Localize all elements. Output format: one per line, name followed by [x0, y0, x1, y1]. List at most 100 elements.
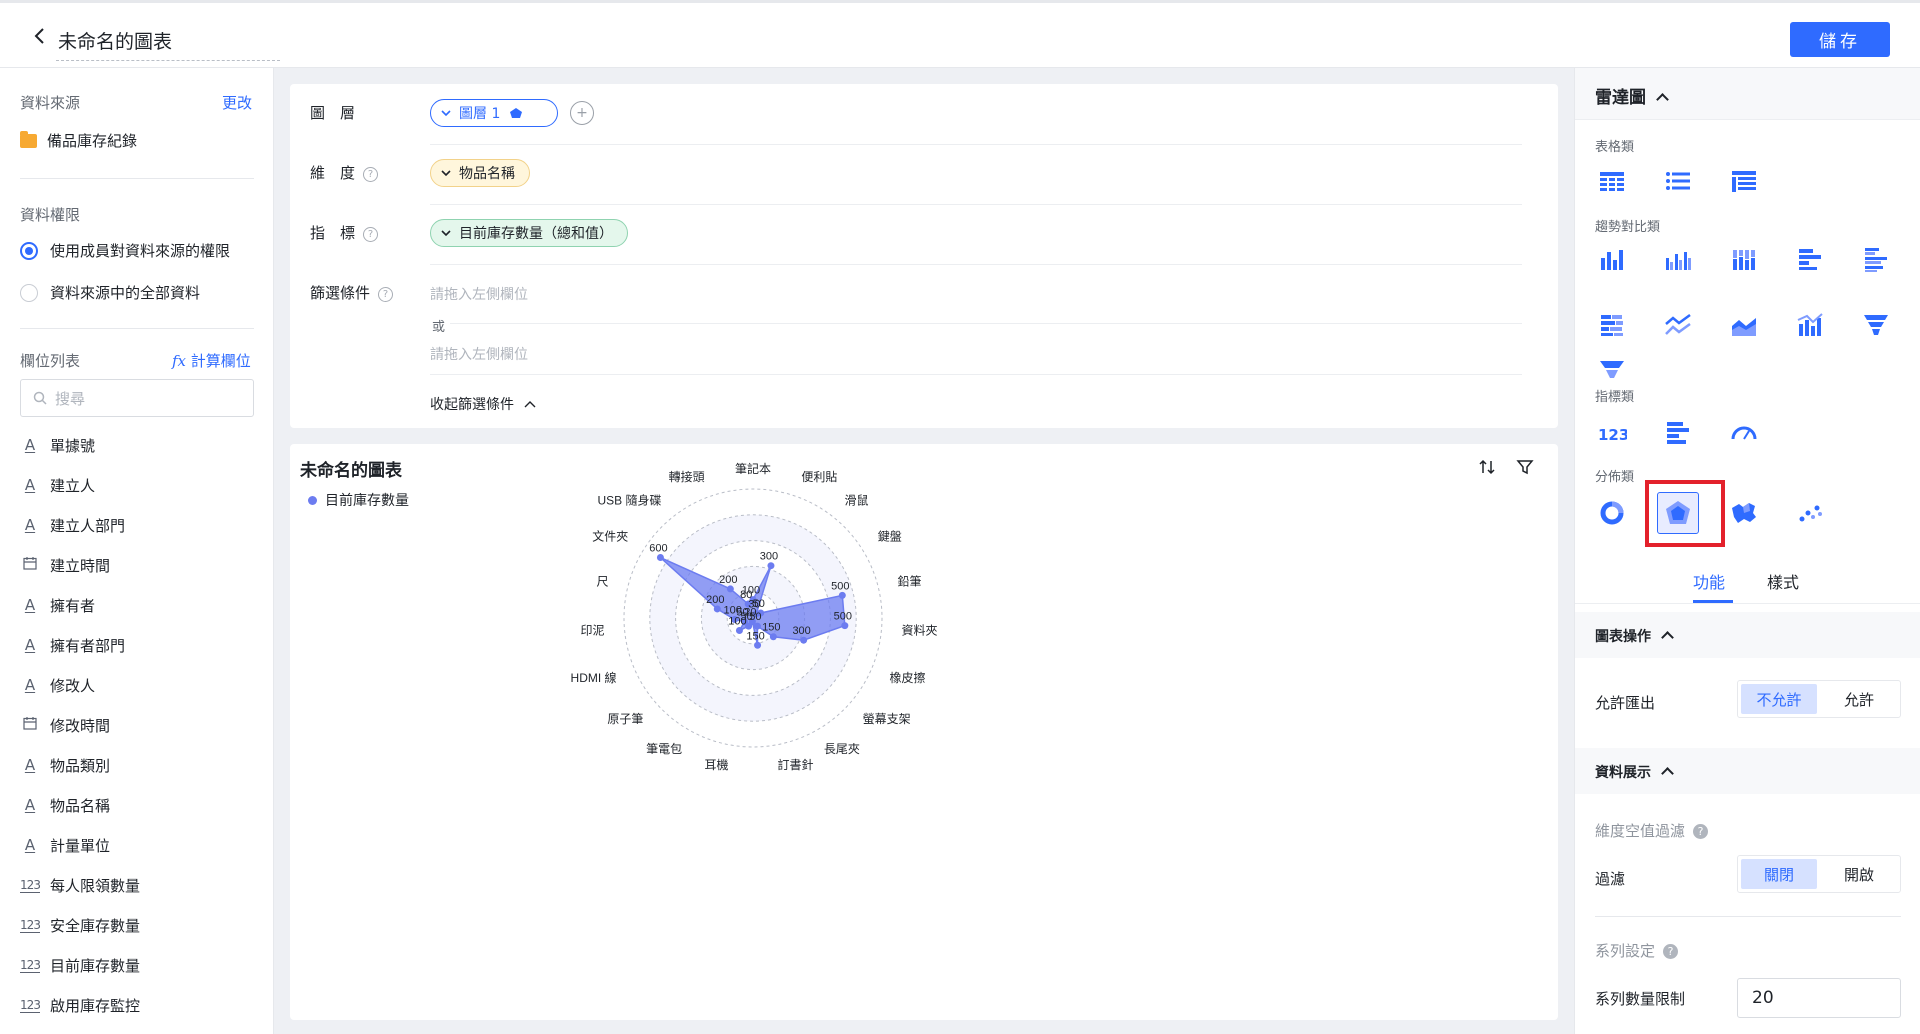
donut-chart-icon[interactable]	[1591, 492, 1633, 534]
field-item[interactable]: 123 啟用庫存監控	[20, 985, 254, 1025]
chevron-down-icon	[441, 230, 451, 237]
chart-type-header[interactable]: 雷達圖	[1575, 68, 1920, 120]
tab-function[interactable]: 功能	[1693, 569, 1725, 593]
help-icon[interactable]: ?	[363, 227, 379, 242]
field-item[interactable]: A 單據號	[20, 425, 254, 465]
area-chart-icon[interactable]	[1723, 304, 1765, 346]
radar-value-label: 500	[831, 580, 849, 592]
pivot-table-icon[interactable]	[1723, 160, 1765, 202]
horizontal-bar-chart-icon[interactable]	[1789, 238, 1831, 280]
field-item-label: 物品類別	[50, 756, 111, 775]
chart-preview-card: 未命名的圖表 目前庫存數量 100 300 30 50 500 500 300 150 50 15…	[290, 444, 1558, 1020]
tab-style[interactable]: 樣式	[1767, 569, 1799, 593]
field-item[interactable]: 123 安全庫存數量	[20, 905, 254, 945]
permission-option-all[interactable]: 資料來源中的全部資料	[20, 282, 200, 303]
line-chart-icon[interactable]	[1657, 304, 1699, 346]
change-datasource-link[interactable]: 更改	[222, 92, 252, 113]
chart-name-input[interactable]: 未命名的圖表	[56, 25, 280, 61]
field-item[interactable]: A 物品名稱	[20, 785, 254, 825]
radar-value-label: 600	[649, 543, 667, 555]
scatter-chart-icon[interactable]	[1789, 492, 1831, 534]
field-item[interactable]: A 計量單位	[20, 825, 254, 865]
help-icon[interactable]: ?	[1663, 944, 1679, 959]
group-data-display-title: 資料展示	[1595, 762, 1674, 782]
gauge-chart-icon[interactable]	[1723, 412, 1765, 454]
help-icon[interactable]: ?	[378, 287, 394, 302]
metric-pill-label: 目前庫存數量（總和值）	[459, 226, 613, 242]
calendar-icon	[20, 556, 40, 574]
tab-indicator	[1693, 600, 1733, 603]
radar-category-label: 轉接頭	[669, 469, 705, 484]
radar-category-label: 資料夾	[901, 623, 937, 637]
inverted-funnel-icon[interactable]	[1591, 350, 1633, 392]
field-item[interactable]: 修改時間	[20, 705, 254, 745]
datasource-item[interactable]: 備品庫存紀錄	[20, 130, 137, 151]
filter-off-option[interactable]: 關閉	[1741, 859, 1817, 889]
grouped-bar-chart-icon[interactable]	[1657, 238, 1699, 280]
metric-pill[interactable]: 目前庫存數量（總和值）	[430, 219, 628, 247]
export-disallow-option[interactable]: 不允許	[1741, 684, 1817, 714]
field-item[interactable]: 123 每人限領數量	[20, 865, 254, 905]
help-icon[interactable]: ?	[363, 167, 379, 182]
radio-checked-icon[interactable]	[20, 241, 38, 260]
filter-on-option[interactable]: 開啟	[1821, 859, 1897, 889]
field-item[interactable]: 建立時間	[20, 545, 254, 585]
text-field-icon: A	[24, 756, 36, 774]
group-data-display[interactable]: 資料展示	[1575, 748, 1920, 794]
radar-value-label: 100	[723, 605, 741, 617]
filter-drop-zone-or[interactable]: 請拖入左側欄位	[430, 344, 528, 364]
export-allow-option[interactable]: 允許	[1821, 684, 1897, 714]
dimension-pill[interactable]: 物品名稱	[430, 159, 530, 187]
fx-icon: fx	[172, 352, 187, 370]
calendar-icon	[20, 716, 40, 734]
field-item-label: 建立時間	[50, 556, 111, 575]
radio-unchecked-icon[interactable]	[20, 283, 38, 302]
radar-category-label: 便利貼	[801, 469, 837, 484]
field-item[interactable]: A 建立人	[20, 465, 254, 505]
radar-chart-icon	[510, 108, 523, 118]
radar-category-label: 筆記本	[735, 461, 771, 476]
field-item[interactable]: A 修改人	[20, 665, 254, 705]
series-limit-label: 系列數量限制	[1595, 990, 1686, 1008]
combo-chart-icon[interactable]	[1789, 304, 1831, 346]
layer-pill[interactable]: 圖層 1	[430, 99, 558, 127]
radar-category-label: 鉛筆	[897, 574, 921, 588]
back-arrow-icon[interactable]	[32, 27, 48, 45]
field-item-label: 修改時間	[50, 716, 111, 735]
bar-chart-icon[interactable]	[1591, 238, 1633, 280]
field-search-input[interactable]: 搜尋	[20, 379, 254, 417]
collapse-filter-label: 收起篩選條件	[430, 397, 514, 413]
number-field-icon: 123	[20, 998, 41, 1013]
filter-drop-zone[interactable]: 請拖入左側欄位	[430, 284, 528, 304]
permission-option-member[interactable]: 使用成員對資料來源的權限	[20, 240, 230, 261]
field-item[interactable]: A 物品類別	[20, 745, 254, 785]
help-icon[interactable]: ?	[1693, 824, 1709, 839]
number-metric-icon[interactable]: 123	[1591, 412, 1633, 454]
grouped-horizontal-bar-icon[interactable]	[1855, 238, 1897, 280]
save-button[interactable]: 儲存	[1790, 22, 1890, 57]
stacked-bar-chart-icon[interactable]	[1723, 238, 1765, 280]
calc-field-link[interactable]: fx 計算欄位	[172, 350, 251, 371]
add-layer-button[interactable]: +	[570, 101, 594, 125]
list-chart-icon[interactable]	[1657, 160, 1699, 202]
radar-value-label: 200	[706, 594, 724, 606]
radar-category-label: 鍵盤	[878, 529, 902, 544]
chart-type-title: 雷達圖	[1595, 83, 1669, 108]
stacked-horizontal-bar-icon[interactable]	[1591, 304, 1633, 346]
funnel-chart-icon[interactable]	[1855, 304, 1897, 346]
field-item[interactable]: A 擁有者	[20, 585, 254, 625]
divider	[430, 374, 1522, 375]
filter-label-text: 篩選條件	[310, 284, 371, 302]
collapse-filter-toggle[interactable]: 收起篩選條件	[430, 394, 536, 414]
table-chart-icon[interactable]	[1591, 160, 1633, 202]
map-chart-icon[interactable]	[1723, 492, 1765, 534]
metric-bar-icon[interactable]	[1657, 412, 1699, 454]
group-chart-ops[interactable]: 圖表操作	[1575, 612, 1920, 658]
field-item-label: 物品名稱	[50, 796, 111, 815]
field-item[interactable]: A 建立人部門	[20, 505, 254, 545]
series-limit-input[interactable]: 20	[1737, 978, 1901, 1018]
field-item[interactable]: 123 目前庫存數量	[20, 945, 254, 985]
field-item[interactable]: A 擁有者部門	[20, 625, 254, 665]
metric-label: 指 標?	[310, 222, 379, 243]
radar-category-label: 尺	[597, 574, 609, 588]
